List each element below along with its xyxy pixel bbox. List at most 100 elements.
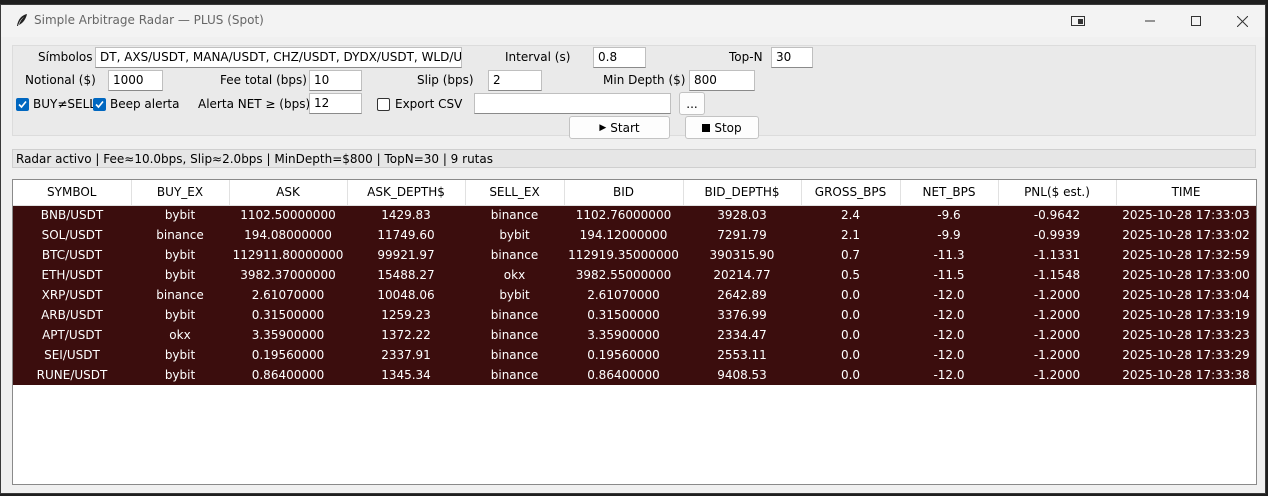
table-cell: 2642.89: [683, 285, 801, 305]
topn-input[interactable]: 30: [771, 47, 813, 68]
table-row[interactable]: APT/USDT okx 3.35900000 1372.22 binance 3.359…: [13, 325, 1256, 345]
close-icon: [1236, 15, 1248, 27]
stop-button[interactable]: Stop: [685, 116, 759, 139]
beep-label: Beep alerta: [110, 97, 180, 111]
browse-button[interactable]: ...: [679, 92, 705, 115]
table-cell: binance: [465, 345, 564, 365]
table-cell: 3.35900000: [229, 325, 347, 345]
table-cell: 194.08000000: [229, 225, 347, 245]
table-cell: BNB/USDT: [13, 205, 131, 225]
table-cell: 2025-10-28 17:32:59: [1116, 245, 1256, 265]
table-cell: -1.2000: [998, 305, 1116, 325]
mindepth-input[interactable]: 800: [689, 70, 755, 91]
topn-label: Top-N: [729, 50, 763, 64]
table-row[interactable]: SEI/USDT bybit 0.19560000 2337.91 binance 0.1…: [13, 345, 1256, 365]
table-cell: 2025-10-28 17:33:38: [1116, 365, 1256, 385]
results-table[interactable]: SYMBOL BUY_EX ASK ASK_DEPTH$ SELL_EX BID BID_D…: [12, 179, 1257, 485]
table-cell: -9.9: [900, 225, 998, 245]
column-header[interactable]: ASK_DEPTH$: [347, 180, 466, 206]
table-cell: -1.2000: [998, 365, 1116, 385]
column-header[interactable]: GROSS_BPS: [801, 180, 901, 206]
table-cell: 99921.97: [347, 245, 465, 265]
table-cell: okx: [131, 325, 229, 345]
start-button[interactable]: ▶ Start: [569, 116, 670, 139]
table-cell: bybit: [465, 225, 564, 245]
snap-layout-button[interactable]: [1055, 5, 1101, 37]
table-cell: 2025-10-28 17:33:03: [1116, 205, 1256, 225]
table-row[interactable]: ETH/USDT bybit 3982.37000000 15488.27 okx 398…: [13, 265, 1256, 285]
table-cell: binance: [465, 205, 564, 225]
table-cell: -0.9939: [998, 225, 1116, 245]
table-cell: 3928.03: [683, 205, 801, 225]
table-cell: 0.7: [801, 245, 900, 265]
table-cell: bybit: [131, 365, 229, 385]
column-header[interactable]: BID: [564, 180, 684, 206]
table-row[interactable]: XRP/USDT binance 2.61070000 10048.06 bybit 2.…: [13, 285, 1256, 305]
fee-input[interactable]: 10: [309, 70, 362, 91]
table-cell: 2.61070000: [564, 285, 683, 305]
column-header[interactable]: PNL($ est.): [998, 180, 1117, 206]
column-header[interactable]: TIME: [1116, 180, 1256, 206]
start-label: Start: [610, 120, 640, 135]
table-cell: 9408.53: [683, 365, 801, 385]
export-csv-label: Export CSV: [395, 97, 463, 111]
close-button[interactable]: [1219, 5, 1265, 37]
column-header[interactable]: ASK: [229, 180, 348, 206]
table-cell: -1.2000: [998, 345, 1116, 365]
table-cell: ARB/USDT: [13, 305, 131, 325]
table-cell: 1372.22: [347, 325, 465, 345]
table-cell: 390315.90: [683, 245, 801, 265]
table-row[interactable]: SOL/USDT binance 194.08000000 11749.60 bybit…: [13, 225, 1256, 245]
beep-checkbox[interactable]: [93, 98, 106, 111]
maximize-button[interactable]: [1173, 5, 1219, 37]
table-cell: 3376.99: [683, 305, 801, 325]
table-row[interactable]: BNB/USDT bybit 1102.50000000 1429.83 binance…: [13, 205, 1256, 225]
slip-input[interactable]: 2: [488, 70, 542, 91]
table-cell: 0.0: [801, 365, 900, 385]
table-cell: APT/USDT: [13, 325, 131, 345]
table-cell: -1.1331: [998, 245, 1116, 265]
window-layout-icon: [1071, 16, 1085, 26]
export-csv-checkbox[interactable]: [377, 98, 390, 111]
symbols-label: Símbolos: [38, 50, 93, 64]
table-cell: 2025-10-28 17:33:23: [1116, 325, 1256, 345]
table-cell: binance: [465, 365, 564, 385]
maximize-icon: [1191, 16, 1201, 26]
app-window: Simple Arbitrage Radar — PLUS (Spot) Sím…: [0, 4, 1266, 494]
buy-sell-checkbox[interactable]: [16, 98, 29, 111]
interval-input[interactable]: 0.8: [593, 47, 646, 68]
table-cell: 20214.77: [683, 265, 801, 285]
table-cell: SOL/USDT: [13, 225, 131, 245]
table-cell: 3982.37000000: [229, 265, 347, 285]
table-cell: 0.86400000: [564, 365, 683, 385]
minimize-button[interactable]: [1127, 5, 1173, 37]
table-cell: SEI/USDT: [13, 345, 131, 365]
symbols-input[interactable]: DT, AXS/USDT, MANA/USDT, CHZ/USDT, DYDX/…: [95, 47, 462, 68]
column-header[interactable]: BID_DEPTH$: [683, 180, 802, 206]
table-cell: 1429.83: [347, 205, 465, 225]
table-row[interactable]: RUNE/USDT bybit 0.86400000 1345.34 binance 0.…: [13, 365, 1256, 385]
column-header[interactable]: SELL_EX: [465, 180, 565, 206]
table-row[interactable]: BTC/USDT bybit 112911.80000000 99921.97 bina…: [13, 245, 1256, 265]
export-path-input[interactable]: [474, 93, 671, 114]
table-cell: 1345.34: [347, 365, 465, 385]
alert-input[interactable]: 12: [309, 93, 362, 114]
table-cell: 2553.11: [683, 345, 801, 365]
table-cell: 0.0: [801, 345, 900, 365]
table-row[interactable]: ARB/USDT bybit 0.31500000 1259.23 binance 0.3…: [13, 305, 1256, 325]
browse-label: ...: [686, 96, 698, 111]
title-bar: Simple Arbitrage Radar — PLUS (Spot): [1, 5, 1265, 37]
table-cell: 2334.47: [683, 325, 801, 345]
table-cell: 2.1: [801, 225, 900, 245]
notional-input[interactable]: 1000: [108, 70, 163, 91]
column-header[interactable]: SYMBOL: [13, 180, 132, 206]
column-header[interactable]: NET_BPS: [900, 180, 999, 206]
table-cell: 0.31500000: [564, 305, 683, 325]
column-header[interactable]: BUY_EX: [131, 180, 230, 206]
table-cell: 2025-10-28 17:33:29: [1116, 345, 1256, 365]
checkmark-icon: [18, 100, 27, 109]
feather-icon: [17, 14, 27, 26]
table-cell: 2025-10-28 17:33:04: [1116, 285, 1256, 305]
table-cell: -12.0: [900, 305, 998, 325]
table-cell: 1259.23: [347, 305, 465, 325]
